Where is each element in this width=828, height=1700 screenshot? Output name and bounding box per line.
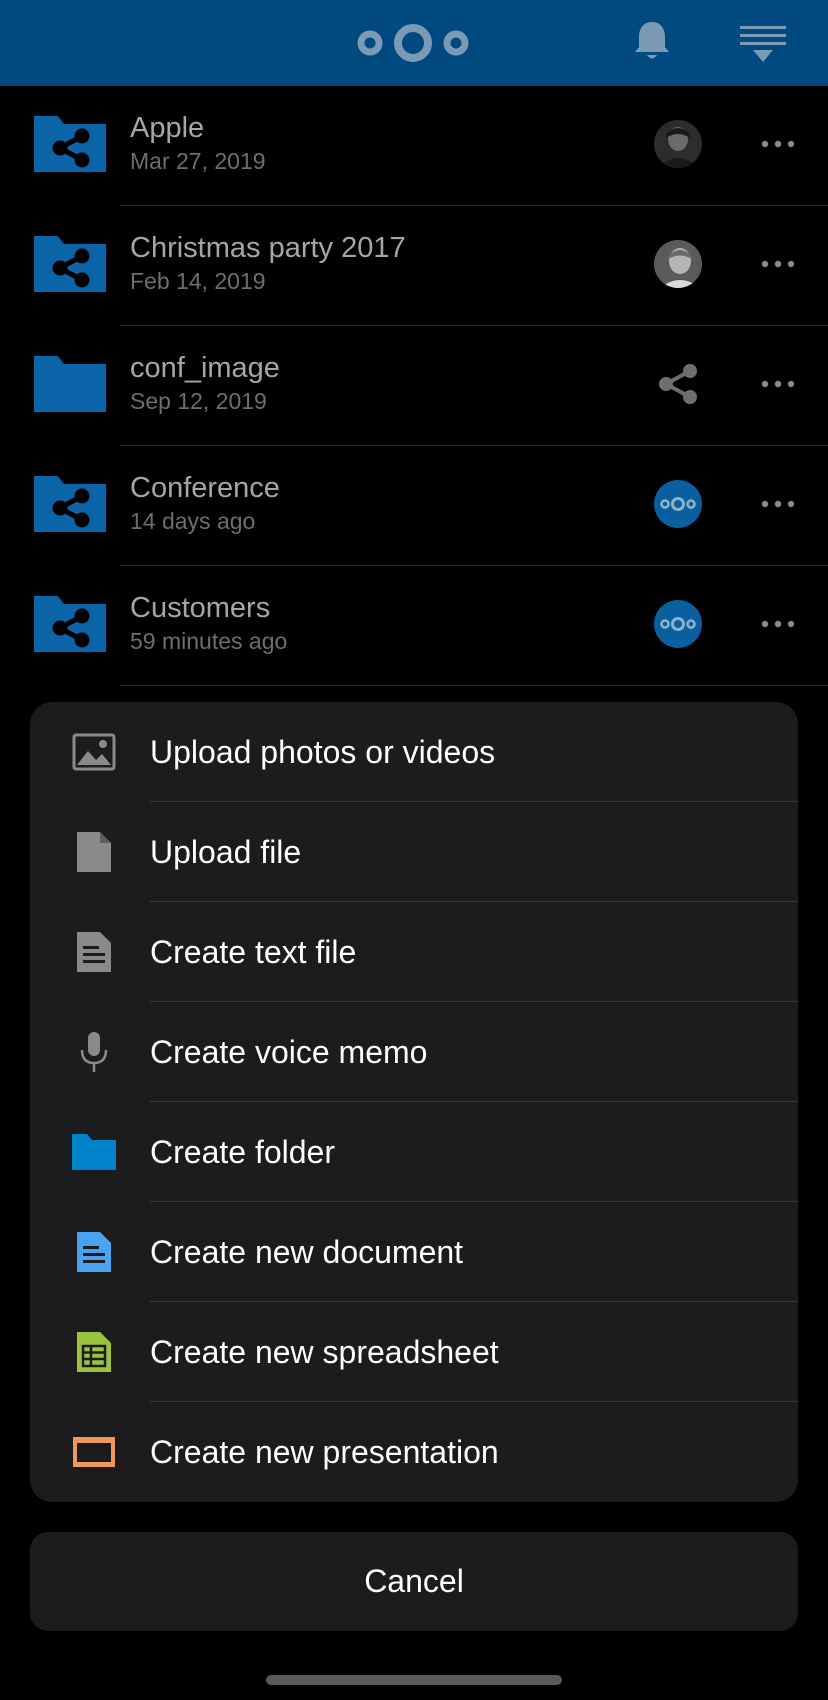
folder-icon xyxy=(34,356,106,412)
create-new-spreadsheet-button[interactable]: Create new spreadsheet xyxy=(30,1302,798,1402)
create-folder-button[interactable]: Create folder xyxy=(30,1102,798,1202)
file-date: Mar 27, 2019 xyxy=(130,148,266,174)
nextcloud-logo-icon[interactable] xyxy=(352,18,474,68)
folder-icon xyxy=(72,1134,116,1170)
sheet-item-label: Upload file xyxy=(150,834,302,870)
shared-folder-icon xyxy=(34,236,106,292)
file-date: Feb 14, 2019 xyxy=(130,268,266,294)
file-date: 59 minutes ago xyxy=(130,628,288,654)
image-icon xyxy=(72,733,116,771)
presentation-icon xyxy=(73,1437,115,1467)
sheet-item-label: Create folder xyxy=(150,1134,335,1170)
share-indicator[interactable] xyxy=(654,240,702,288)
file-date: Sep 12, 2019 xyxy=(130,388,267,414)
file-name: Apple xyxy=(130,112,205,144)
file-icon xyxy=(77,832,111,872)
file-list: Apple Mar 27, 2019 Christmas party 2017 … xyxy=(0,86,828,686)
bell-icon[interactable] xyxy=(632,18,672,64)
share-icon[interactable] xyxy=(654,360,702,408)
more-icon[interactable] xyxy=(760,258,796,270)
file-row[interactable]: Apple Mar 27, 2019 xyxy=(0,86,828,206)
row-divider xyxy=(120,685,828,686)
file-row[interactable]: conf_image Sep 12, 2019 xyxy=(0,326,828,446)
create-text-file-button[interactable]: Create text file xyxy=(30,902,798,1002)
file-name: Customers xyxy=(130,592,271,624)
shared-folder-icon xyxy=(34,596,106,652)
home-indicator[interactable] xyxy=(266,1675,562,1685)
create-voice-memo-button[interactable]: Create voice memo xyxy=(30,1002,798,1102)
app-header xyxy=(0,0,828,86)
create-new-presentation-button[interactable]: Create new presentation xyxy=(30,1402,798,1502)
share-indicator[interactable] xyxy=(654,120,702,168)
sheet-item-label: Upload photos or videos xyxy=(150,734,496,770)
more-icon[interactable] xyxy=(760,618,796,630)
upload-photos-button[interactable]: Upload photos or videos xyxy=(30,702,798,802)
document-icon xyxy=(77,1232,111,1272)
upload-file-button[interactable]: Upload file xyxy=(30,802,798,902)
file-name: conf_image xyxy=(130,352,280,384)
microphone-icon xyxy=(80,1032,108,1072)
file-name: Christmas party 2017 xyxy=(130,232,406,264)
nextcloud-avatar-icon[interactable] xyxy=(654,480,702,528)
more-icon[interactable] xyxy=(760,138,796,150)
avatar-person-2 xyxy=(654,240,702,288)
shared-folder-icon xyxy=(34,476,106,532)
spreadsheet-icon xyxy=(77,1332,111,1372)
action-sheet: Upload photos or videos Upload file Crea… xyxy=(30,702,798,1502)
file-date: 14 days ago xyxy=(130,508,256,534)
shared-folder-icon xyxy=(34,116,106,172)
create-new-document-button[interactable]: Create new document xyxy=(30,1202,798,1302)
file-name: Conference xyxy=(130,472,280,504)
sheet-item-label: Create new document xyxy=(150,1234,464,1270)
avatar-person-1 xyxy=(654,120,702,168)
file-row[interactable]: Conference 14 days ago xyxy=(0,446,828,566)
more-icon[interactable] xyxy=(760,378,796,390)
more-icon[interactable] xyxy=(760,498,796,510)
file-row[interactable]: Christmas party 2017 Feb 14, 2019 xyxy=(0,206,828,326)
sheet-item-label: Create voice memo xyxy=(150,1034,428,1070)
text-file-icon xyxy=(77,932,111,972)
sheet-item-label: Create text file xyxy=(150,934,357,970)
nextcloud-avatar-icon[interactable] xyxy=(654,600,702,648)
sort-menu-icon[interactable] xyxy=(738,24,788,66)
sheet-item-label: Create new spreadsheet xyxy=(150,1334,499,1370)
cancel-button[interactable]: Cancel xyxy=(30,1532,798,1631)
file-row[interactable]: Customers 59 minutes ago xyxy=(0,566,828,686)
sheet-item-label: Create new presentation xyxy=(150,1434,499,1470)
